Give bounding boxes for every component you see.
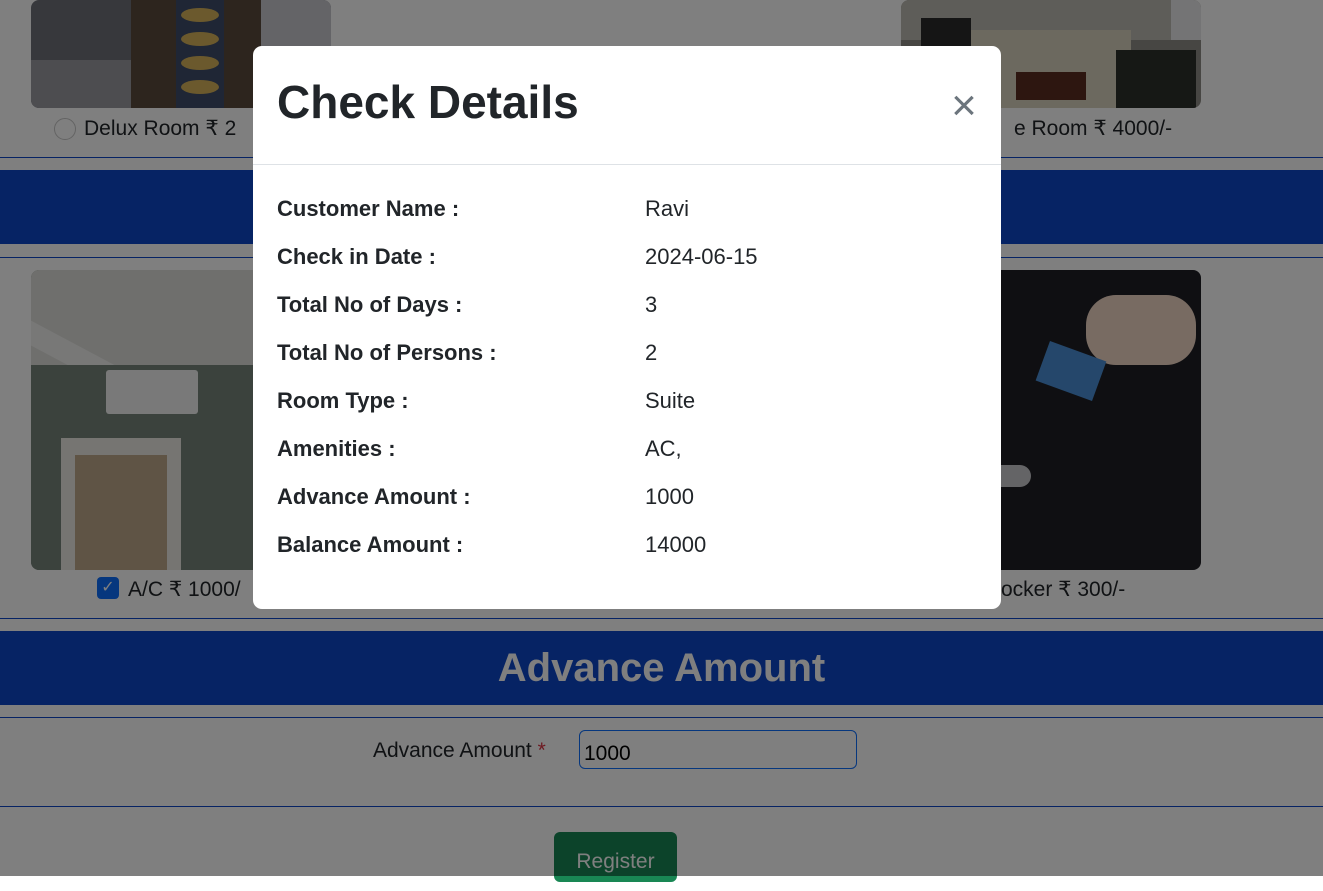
total-days-label: Total No of Days :	[277, 292, 463, 317]
total-persons-value: 2	[645, 340, 658, 365]
amenities-label: Amenities :	[277, 436, 396, 461]
close-icon[interactable]: ×	[939, 82, 989, 132]
customer-name-value: Ravi	[645, 196, 690, 221]
modal-title: Check Details	[277, 76, 579, 128]
total-days-value: 3	[645, 292, 658, 317]
amenities-value: AC,	[645, 436, 682, 461]
balance-amount-label: Balance Amount :	[277, 532, 464, 557]
advance-amount-row-label: Advance Amount :	[277, 484, 471, 509]
customer-name-label: Customer Name :	[277, 196, 460, 221]
check-in-date-value: 2024-06-15	[645, 244, 758, 269]
room-type-value: Suite	[645, 388, 696, 413]
room-type-label: Room Type :	[277, 388, 409, 413]
check-in-date-label: Check in Date :	[277, 244, 436, 269]
modal-header-divider	[253, 164, 1001, 165]
balance-amount-value: 14000	[645, 532, 707, 557]
advance-amount-row-value: 1000	[645, 484, 694, 509]
total-persons-label: Total No of Persons :	[277, 340, 497, 365]
check-details-modal: Check Details × Customer Name : Ravi Che…	[253, 46, 1001, 609]
